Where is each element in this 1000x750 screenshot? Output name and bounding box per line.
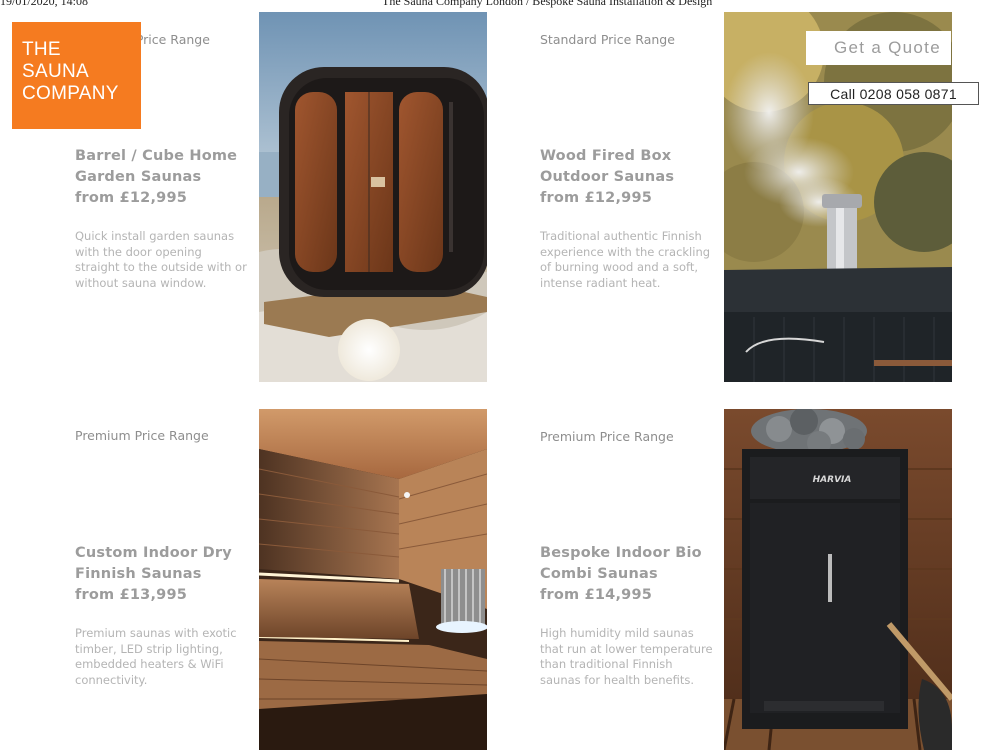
print-title: The Sauna Company London / Bespoke Sauna… [382,0,713,8]
print-date: 19/01/2020, 14:08 [0,0,89,8]
product-price: from £12,995 [75,190,188,206]
product-name[interactable]: Custom Indoor Dry Finnish Saunas from £1… [75,543,275,606]
harvia-brand-label: HARVIA [813,475,852,485]
price-range-label: Standard Price Range [540,32,675,47]
product-description: Quick install garden saunas with the doo… [75,229,247,290]
product-name[interactable]: Wood Fired Box Outdoor Saunas from £12,9… [540,146,740,209]
product-price: from £12,995 [540,190,653,206]
product-price: from £13,995 [75,587,188,603]
product-name[interactable]: Bespoke Indoor Bio Combi Saunas from £14… [540,543,740,606]
price-range-label: Premium Price Range [75,428,209,443]
product-description: Traditional authentic Finnish experience… [540,229,711,290]
bio-combi-heater-photo[interactable]: HARVIA [724,409,952,750]
get-quote-button[interactable]: Get a Quote [806,31,951,65]
product-description: High humidity mild saunas that run at lo… [540,626,713,687]
cube-sauna-photo[interactable] [259,12,487,382]
indoor-dry-sauna-photo[interactable] [259,409,487,750]
wood-fired-sauna-photo[interactable] [724,12,952,382]
print-header: 19/01/2020, 14:08 The Sauna Company Lond… [0,0,1000,8]
product-price: from £14,995 [540,587,653,603]
page: 19/01/2020, 14:08 The Sauna Company Lond… [0,0,1000,750]
product-name[interactable]: Barrel / Cube Home Garden Saunas from £1… [75,146,275,209]
price-range-label: Premium Price Range [540,429,674,444]
product-description: Premium saunas with exotic timber, LED s… [75,626,237,687]
company-logo[interactable]: THE SAUNA COMPANY [12,22,141,129]
call-phone-button[interactable]: Call 0208 058 0871 [808,82,979,105]
